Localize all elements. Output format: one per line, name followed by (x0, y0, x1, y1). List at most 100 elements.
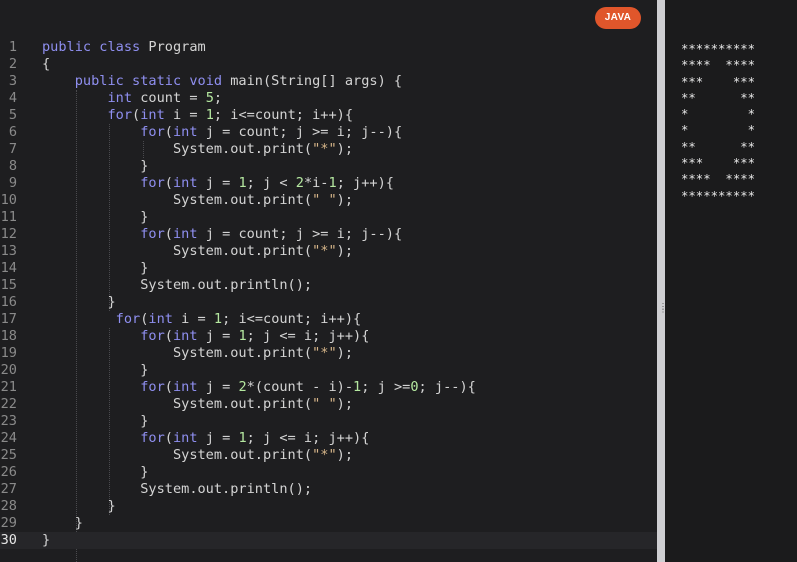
code-line[interactable]: 26 } (0, 464, 657, 481)
code-line[interactable]: 29 } (0, 515, 657, 532)
line-source: for(int j = 1; j <= i; j++){ (42, 430, 369, 447)
line-number: 4 (8, 90, 17, 106)
code-line[interactable]: 2{ (0, 56, 657, 73)
code-token: 1 (238, 430, 247, 446)
code-token: "*" (312, 243, 337, 259)
code-line[interactable]: 30} (0, 532, 657, 549)
panel-divider[interactable] (657, 0, 665, 562)
code-token: ); (336, 243, 354, 259)
line-source: } (42, 294, 115, 311)
code-token: count = (140, 90, 206, 106)
code-token: for (42, 107, 133, 123)
code-line[interactable]: 25 System.out.print("*"); (0, 447, 657, 464)
line-source: { (42, 56, 50, 73)
code-line[interactable]: 15 System.out.println(); (0, 277, 657, 294)
code-token: int (172, 379, 206, 395)
code-token: static (132, 73, 190, 89)
line-source: } (42, 515, 83, 532)
code-token: 1 (205, 107, 214, 123)
output-line: * * (681, 107, 756, 122)
code-line[interactable]: 5 for(int i = 1; i<=count; i++){ (0, 107, 657, 124)
code-line[interactable]: 14 } (0, 260, 657, 277)
code-editor[interactable]: JAVA 1 public class Program 2{3 public sta… (0, 0, 657, 562)
line-source: System.out.print("*"); (42, 345, 353, 362)
code-line[interactable]: 24 for(int j = 1; j <= i; j++){ (0, 430, 657, 447)
code-token: ; j >= (361, 379, 411, 395)
code-token: ( (164, 226, 173, 242)
output-panel: ********** **** **** *** *** ** ** * * * * ** … (665, 0, 797, 562)
line-number: 19 (0, 345, 17, 361)
code-token: 0 (410, 379, 419, 395)
code-line[interactable]: 21 for(int j = 2*(count - i)-1; j >=0; j… (0, 379, 657, 396)
code-line[interactable]: 16 } (0, 294, 657, 311)
line-source: } (42, 158, 148, 175)
line-number: 15 (0, 277, 17, 293)
line-number: 11 (0, 209, 17, 225)
code-token: int (172, 124, 206, 140)
code-line[interactable]: 3 public static void main(String[] args)… (0, 73, 657, 90)
line-source: for(int i = 1; i<=count; i++){ (42, 311, 362, 328)
line-number: 13 (0, 243, 17, 259)
code-line[interactable]: 13 System.out.print("*"); (0, 243, 657, 260)
code-line[interactable]: 20 } (0, 362, 657, 379)
code-line[interactable]: 22 System.out.print(" "); (0, 396, 657, 413)
line-source: for(int j = count; j >= i; j--){ (42, 226, 402, 243)
code-line[interactable]: 19 System.out.print("*"); (0, 345, 657, 362)
line-number: 25 (0, 447, 17, 463)
code-line[interactable]: 9 for(int j = 1; j < 2*i-1; j++){ (0, 175, 657, 192)
line-number: 9 (8, 175, 17, 191)
code-token: System.out.print( (42, 192, 313, 208)
code-token: ( (164, 379, 173, 395)
code-token: Program (148, 39, 206, 55)
line-number: 26 (0, 464, 17, 480)
code-token: j = (205, 328, 239, 344)
code-token: int (172, 328, 206, 344)
code-token: for (42, 328, 165, 344)
line-number: 29 (0, 515, 17, 531)
code-area[interactable]: 1 public class Program 2{3 public static v… (0, 39, 657, 562)
code-line[interactable]: 11 } (0, 209, 657, 226)
output-line: *** *** (681, 156, 756, 171)
code-line[interactable]: 17 for(int i = 1; i<=count; i++){ (0, 311, 657, 328)
code-token: ; j <= i; j++){ (246, 430, 370, 446)
code-token: class (99, 39, 149, 55)
line-source: System.out.print(" "); (42, 396, 353, 413)
code-token: ); (336, 396, 354, 412)
code-line[interactable]: 4 int count = 5; (0, 90, 657, 107)
code-token: } (42, 498, 116, 514)
line-number: 3 (8, 73, 17, 89)
code-token: " " (312, 396, 337, 412)
language-badge[interactable]: JAVA (595, 7, 641, 29)
line-number: 30 (0, 532, 17, 548)
code-token: ( (164, 175, 173, 191)
line-number: 12 (0, 226, 17, 242)
code-token: "*" (312, 447, 337, 463)
line-number: 16 (0, 294, 17, 310)
code-line[interactable]: 27 System.out.println(); (0, 481, 657, 498)
drag-handle-icon[interactable]: ⋮ ⋮ (659, 303, 667, 315)
code-line[interactable]: 10 System.out.print(" "); (0, 192, 657, 209)
code-token: { (42, 56, 51, 72)
code-line[interactable]: 1 public class Program (0, 39, 657, 56)
code-line[interactable]: 12 for(int j = count; j >= i; j--){ (0, 226, 657, 243)
code-token: } (42, 158, 149, 174)
code-token: 1 (238, 175, 247, 191)
code-token: j = (205, 430, 239, 446)
line-number: 18 (0, 328, 17, 344)
code-line[interactable]: 23 } (0, 413, 657, 430)
output-line: **** **** (681, 172, 756, 187)
line-source: System.out.println(); (42, 481, 312, 498)
line-source: } (42, 209, 148, 226)
code-line[interactable]: 8 } (0, 158, 657, 175)
line-number: 14 (0, 260, 17, 276)
code-line[interactable]: 6 for(int j = count; j >= i; j--){ (0, 124, 657, 141)
code-token: i = (172, 107, 206, 123)
code-line[interactable]: 18 for(int j = 1; j <= i; j++){ (0, 328, 657, 345)
code-line[interactable]: 7 System.out.print("*"); (0, 141, 657, 158)
code-token: for (42, 379, 165, 395)
code-token: ; (213, 90, 223, 106)
code-token: ; i<=count; i++){ (222, 311, 362, 327)
code-token: System.out.print( (42, 345, 313, 361)
code-token: " " (312, 192, 337, 208)
code-line[interactable]: 28 } (0, 498, 657, 515)
